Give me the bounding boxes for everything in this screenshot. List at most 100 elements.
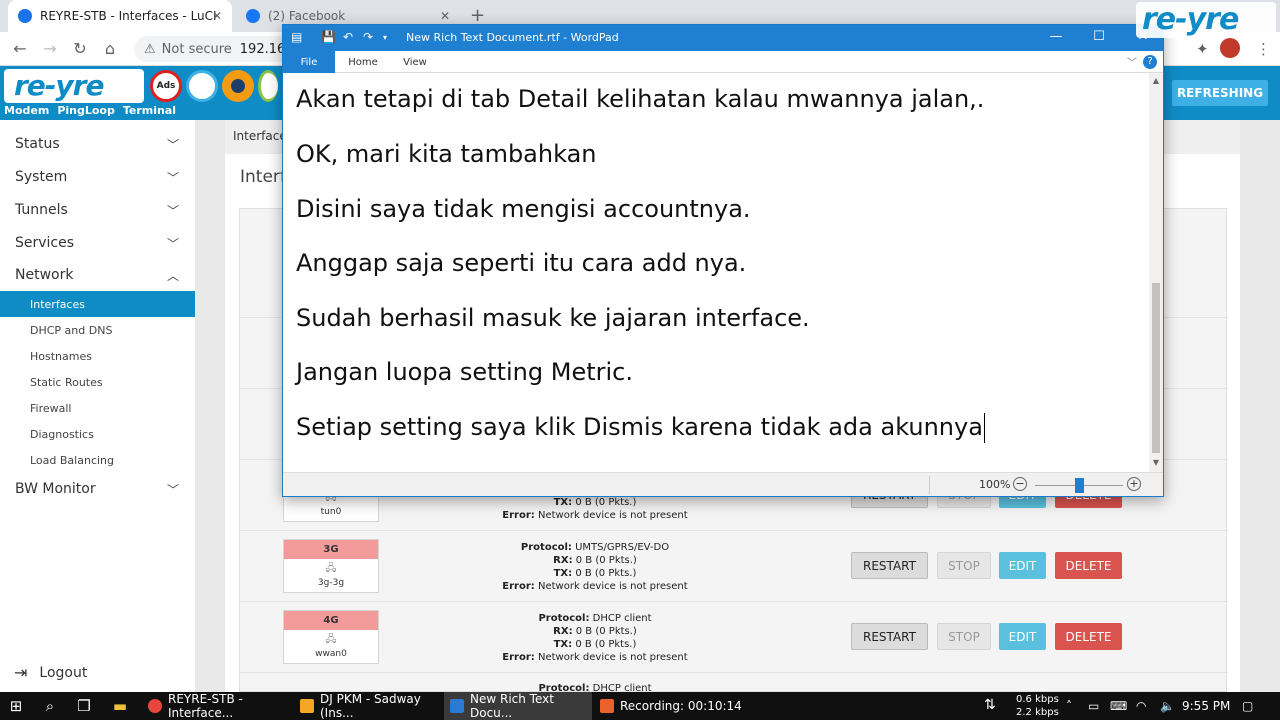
wifi-icon[interactable]: ◠ <box>1136 699 1146 713</box>
interface-details: TX: 0 B (0 Pkts.) Error: Network device … <box>440 496 750 522</box>
sidebar-item-bw-monitor[interactable]: BW Monitor ﹀ <box>0 472 195 505</box>
sidebar-item-status[interactable]: Status ﹀ <box>0 127 195 160</box>
taskbar-item-wordpad[interactable]: New Rich Text Docu... <box>444 692 592 720</box>
sidebar-item-network[interactable]: Network ︿ <box>0 258 195 291</box>
tab-view[interactable]: View <box>395 51 435 73</box>
close-icon[interactable]: ✕ <box>440 9 450 23</box>
logout-link[interactable]: ⇥ Logout <box>14 663 87 682</box>
document-line: Jangan luopa setting Metric. <box>296 358 633 386</box>
avatar[interactable] <box>1220 38 1240 58</box>
clock[interactable]: 9:55 PM <box>1182 699 1230 713</box>
rx-value: 0 B (0 Pkts.) <box>575 626 637 637</box>
header-link-terminal[interactable]: Terminal <box>123 104 176 117</box>
protocol-value: DHCP client <box>592 613 652 624</box>
ads-block-icon[interactable]: Ads <box>150 70 182 102</box>
search-icon[interactable]: ⌕ <box>38 697 62 715</box>
scrollbar-thumb[interactable] <box>1152 283 1160 453</box>
taskbar-item-label: Recording: 00:10:14 <box>620 699 742 713</box>
scroll-down-icon[interactable]: ▼ <box>1149 458 1163 467</box>
windows-start-icon[interactable]: ⊞ <box>4 697 28 715</box>
watermark-text: re-yre <box>1142 2 1239 37</box>
sidebar-subitem-firewall[interactable]: Firewall <box>0 395 195 421</box>
stop-button[interactable]: STOP <box>937 552 991 579</box>
task-view-icon[interactable]: ❐ <box>72 697 96 715</box>
taskbar-item-vlc[interactable]: DJ PKM - Sadway (Ins... <box>294 692 442 720</box>
save-icon[interactable]: 💾 <box>321 30 336 44</box>
file-explorer-icon[interactable]: ▬ <box>108 697 132 715</box>
menu-icon[interactable]: ⋮ <box>1256 40 1271 58</box>
wordpad-window: ▤ 💾 ↶ ↷ ▾ New Rich Text Document.rtf - W… <box>282 24 1164 497</box>
quick-access-dropdown-icon[interactable]: ▾ <box>383 33 387 42</box>
restart-button[interactable]: RESTART <box>851 552 928 579</box>
restart-button[interactable]: RESTART <box>851 623 928 650</box>
document-line: Akan tetapi di tab Detail kelihatan kala… <box>296 85 985 113</box>
sidebar-subitem-dhcp-dns[interactable]: DHCP and DNS <box>0 317 195 343</box>
table-row: Protocol: DHCP client <box>240 672 1228 693</box>
home-icon[interactable]: ⌂ <box>100 39 120 58</box>
tab-home[interactable]: Home <box>341 51 385 73</box>
sidebar-subitem-hostnames[interactable]: Hostnames <box>0 343 195 369</box>
scroll-up-icon[interactable]: ▲ <box>1149 76 1163 85</box>
ribbon-collapse-icon[interactable]: ﹀ <box>1127 54 1137 69</box>
reload-icon[interactable]: ↻ <box>70 39 90 58</box>
chevron-up-icon[interactable]: ˄ <box>1066 699 1072 713</box>
stop-button[interactable]: STOP <box>937 623 991 650</box>
close-icon[interactable]: ✕ <box>212 9 222 23</box>
document-area[interactable]: Akan tetapi di tab Detail kelihatan kala… <box>283 73 1149 472</box>
undo-icon[interactable]: ↶ <box>343 30 353 44</box>
openvpn-icon[interactable] <box>222 70 254 102</box>
vlc-icon <box>300 699 314 713</box>
tab-file[interactable]: File <box>283 51 335 73</box>
speed-icon[interactable] <box>186 70 218 102</box>
zoom-slider-thumb[interactable] <box>1074 478 1084 493</box>
rx-value: 0 B (0 Pkts.) <box>575 555 637 566</box>
header-link-pingloop[interactable]: PingLoop <box>57 104 115 117</box>
tx-label: TX: <box>553 639 573 650</box>
warning-icon: ⚠ <box>144 41 156 57</box>
edit-button[interactable]: EDIT <box>999 623 1046 650</box>
browser-tab-title: REYRE-STB - Interfaces - LuCI <box>40 9 217 23</box>
extensions-icon[interactable]: ✦ <box>1196 40 1209 58</box>
notification-icon[interactable]: ▢ <box>1242 699 1253 713</box>
help-icon[interactable]: ? <box>1143 55 1157 69</box>
facebook-icon <box>246 9 260 23</box>
vertical-scrollbar[interactable]: ▲ ▼ <box>1149 73 1163 472</box>
keyboard-icon[interactable]: ⌨ <box>1110 699 1127 713</box>
sidebar-item-services[interactable]: Services ﹀ <box>0 226 195 259</box>
sidebar-subitem-interfaces[interactable]: Interfaces <box>0 291 195 317</box>
header-link-modem[interactable]: Modem <box>4 104 49 117</box>
sidebar-item-system[interactable]: System ﹀ <box>0 160 195 193</box>
minimize-icon[interactable]: — <box>1046 29 1066 44</box>
chevron-down-icon: ﹀ <box>166 237 179 251</box>
volume-icon[interactable]: 🔈 <box>1160 699 1175 713</box>
delete-button[interactable]: DELETE <box>1055 552 1122 579</box>
maximize-icon[interactable]: ☐ <box>1089 29 1109 44</box>
browser-tab-title: (2) Facebook <box>268 9 346 23</box>
refreshing-button[interactable]: REFRESHING <box>1172 80 1268 106</box>
sidebar-subitem-static-routes[interactable]: Static Routes <box>0 369 195 395</box>
forward-icon[interactable]: → <box>40 39 60 58</box>
redo-icon[interactable]: ↷ <box>363 30 373 44</box>
interface-name: 4G <box>284 611 378 630</box>
new-tab-icon[interactable]: + <box>470 5 485 26</box>
power-icon[interactable] <box>258 70 278 102</box>
sidebar-subitem-diagnostics[interactable]: Diagnostics <box>0 421 195 447</box>
taskbar-item-browser[interactable]: REYRE-STB - Interface... <box>142 692 290 720</box>
network-activity-icon[interactable]: ⇅ <box>984 697 996 713</box>
interface-details: Protocol: UMTS/GPRS/EV-DO RX: 0 B (0 Pkt… <box>440 541 750 593</box>
document-line: OK, mari kita tambahkan <box>296 140 597 168</box>
back-icon[interactable]: ← <box>10 39 30 58</box>
security-label: Not secure <box>161 41 232 57</box>
delete-button[interactable]: DELETE <box>1055 623 1122 650</box>
battery-icon[interactable]: ▭ <box>1088 699 1099 713</box>
page-title: Interf <box>240 167 286 187</box>
browser-tab-luci[interactable]: REYRE-STB - Interfaces - LuCI ✕ <box>8 0 232 32</box>
taskbar-item-recording[interactable]: Recording: 00:10:14 <box>594 692 742 720</box>
edit-button[interactable]: EDIT <box>999 552 1046 579</box>
zoom-in-icon[interactable]: + <box>1127 477 1141 491</box>
zoom-out-icon[interactable]: − <box>1013 477 1027 491</box>
sidebar-subitem-load-balancing[interactable]: Load Balancing <box>0 447 195 473</box>
breadcrumb[interactable]: Interface <box>233 129 287 143</box>
wordpad-title-bar[interactable]: ▤ 💾 ↶ ↷ ▾ New Rich Text Document.rtf - W… <box>283 25 1163 51</box>
sidebar-item-tunnels[interactable]: Tunnels ﹀ <box>0 193 195 226</box>
